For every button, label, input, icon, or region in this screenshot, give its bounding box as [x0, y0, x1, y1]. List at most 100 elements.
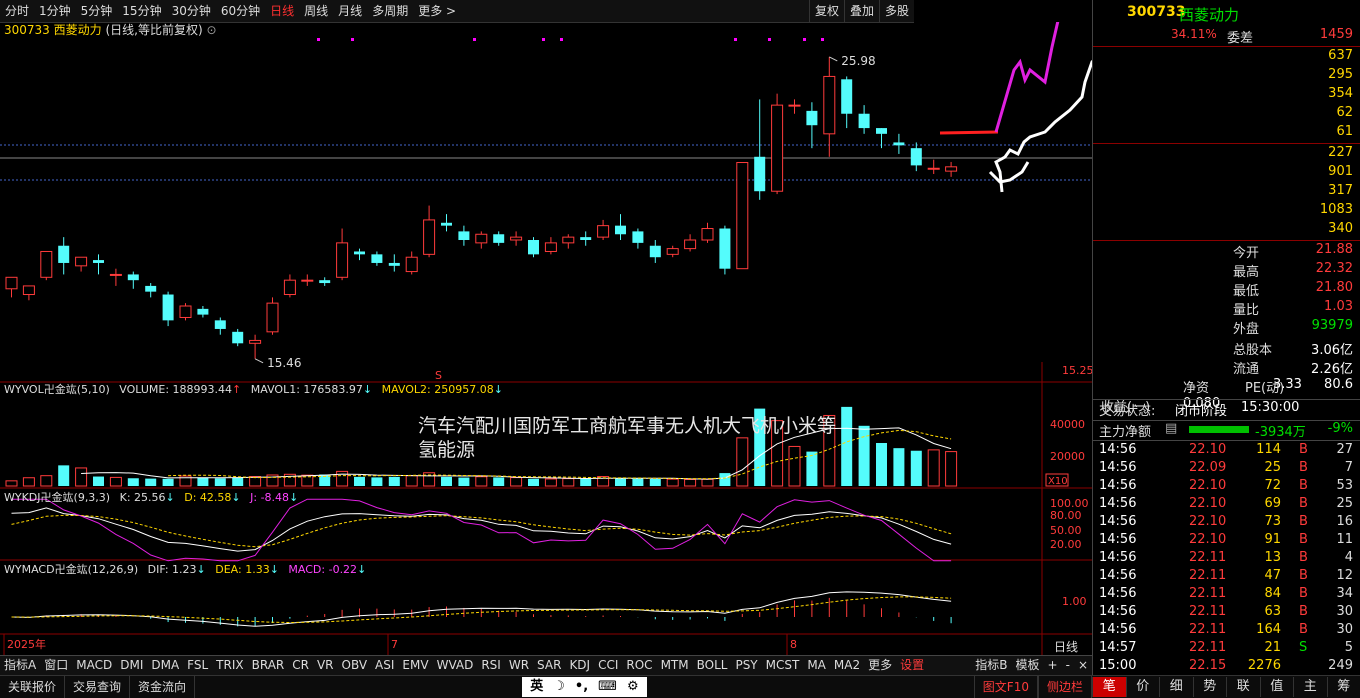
indicator-tab-13[interactable]: WVAD: [433, 656, 478, 675]
panel-tab-6[interactable]: 主: [1293, 677, 1327, 697]
period-tab-1[interactable]: 1分钟: [34, 0, 76, 22]
indicator-tab-5[interactable]: FSL: [183, 656, 212, 675]
annotation-line-1: 汽车汽配川国防军工商航军事无人机大飞机小米等: [418, 414, 836, 438]
period-tab-10[interactable]: 更多 >: [413, 0, 461, 22]
status-right-0[interactable]: 图文F10: [974, 676, 1038, 698]
panel-tab-2[interactable]: 细: [1159, 677, 1193, 697]
period-tab-4[interactable]: 30分钟: [167, 0, 216, 22]
tick-count: 27: [1336, 442, 1353, 457]
indicator-tab-14[interactable]: RSI: [477, 656, 505, 675]
indicator-tab-11[interactable]: ASI: [371, 656, 398, 675]
period-tab-8[interactable]: 月线: [333, 0, 367, 22]
indicator-tab-25[interactable]: MA2: [830, 656, 864, 675]
volume-bar: [145, 479, 156, 486]
ime-icon-0[interactable]: 英: [530, 677, 543, 697]
indicator-tab-23[interactable]: MCST: [762, 656, 804, 675]
indicator-tab-9[interactable]: VR: [313, 656, 338, 675]
tool-button-2[interactable]: 多股: [879, 0, 914, 22]
candle-body: [441, 223, 452, 226]
candle-body: [528, 240, 539, 254]
indicator-tab-4[interactable]: DMA: [147, 656, 183, 675]
indicator-tab-1[interactable]: 窗口: [40, 656, 72, 675]
indicator-tab-8[interactable]: CR: [288, 656, 313, 675]
tick-row: 14:5622.1069B25: [1093, 496, 1360, 514]
indicator-tab-19[interactable]: ROC: [622, 656, 656, 675]
panel-tab-4[interactable]: 联: [1226, 677, 1260, 697]
period-tab-6[interactable]: 日线: [265, 0, 299, 22]
indicator-tab-3[interactable]: DMI: [116, 656, 147, 675]
trade-time: 15:30:00: [1241, 400, 1299, 415]
tick-direction: B: [1299, 460, 1308, 475]
panel-tab-3[interactable]: 势: [1193, 677, 1227, 697]
indicator-tab-30[interactable]: +: [1044, 656, 1062, 675]
indicator-tab-16[interactable]: SAR: [533, 656, 565, 675]
indicator-tab-15[interactable]: WR: [505, 656, 533, 675]
indicator-tab-32[interactable]: ×: [1074, 656, 1092, 675]
panel-tab-0[interactable]: 笔: [1092, 677, 1126, 697]
tick-time: 14:56: [1099, 460, 1136, 475]
down-arrow-icon: ↓: [231, 491, 240, 504]
stat-row: 量比1.03: [1093, 299, 1360, 318]
indicator-tab-27[interactable]: 设置: [896, 656, 928, 675]
tick-count: 34: [1336, 586, 1353, 601]
indicator-tab-2[interactable]: MACD: [72, 656, 116, 675]
book-divider: [1093, 240, 1360, 241]
status-button-2[interactable]: 资金流向: [130, 676, 195, 698]
period-tab-2[interactable]: 5分钟: [76, 0, 118, 22]
stat-label: 今开: [1233, 242, 1259, 261]
down-arrow-icon: ↓: [197, 563, 206, 576]
ime-icon-3[interactable]: ⌨: [598, 677, 617, 697]
volume-bar: [545, 479, 556, 486]
candle-body: [754, 157, 765, 191]
panel-tab-7[interactable]: 筹: [1327, 677, 1360, 697]
candle-body: [806, 111, 817, 125]
indicator-tab-7[interactable]: BRAR: [248, 656, 289, 675]
indicator-tab-29[interactable]: 模板: [1012, 656, 1044, 675]
indicator-tab-28[interactable]: 指标B: [971, 656, 1011, 675]
indicator-tab-31[interactable]: -: [1062, 656, 1074, 675]
tool-button-1[interactable]: 叠加: [844, 0, 879, 22]
chart-canvas[interactable]: 25.9815.4615.25S4000020000X10100.0080.00…: [0, 22, 1092, 655]
candle-body: [406, 257, 417, 271]
period-tab-5[interactable]: 60分钟: [216, 0, 265, 22]
period-tab-7[interactable]: 周线: [299, 0, 333, 22]
indicator-tab-24[interactable]: MA: [803, 656, 830, 675]
tick-count: 249: [1328, 658, 1353, 673]
kdj-axis-label: 80.00: [1050, 509, 1082, 522]
tick-time: 14:56: [1099, 442, 1136, 457]
period-tab-9[interactable]: 多周期: [367, 0, 413, 22]
indicator-tab-21[interactable]: BOLL: [693, 656, 732, 675]
panel-tab-1[interactable]: 价: [1126, 677, 1160, 697]
panel-tab-5[interactable]: 值: [1260, 677, 1294, 697]
indicator-tab-10[interactable]: OBV: [338, 656, 372, 675]
indicator-tab-22[interactable]: PSY: [731, 656, 761, 675]
tick-direction: B: [1299, 622, 1308, 637]
indicator-tab-18[interactable]: CCI: [594, 656, 622, 675]
ime-icon-2[interactable]: •,: [575, 677, 588, 697]
note-icon[interactable]: ▤: [1165, 421, 1177, 436]
indicator-tab-20[interactable]: MTM: [657, 656, 693, 675]
signal-dot: [734, 38, 737, 41]
period-tab-0[interactable]: 分时: [0, 0, 34, 22]
candle-body: [354, 251, 365, 254]
vol-unit-label: X10: [1048, 476, 1068, 487]
candle-body: [859, 114, 870, 128]
status-button-0[interactable]: 关联报价: [0, 676, 65, 698]
period-tab-3[interactable]: 15分钟: [117, 0, 166, 22]
indicator-tab-26[interactable]: 更多: [864, 656, 896, 675]
indicator-tab-0[interactable]: 指标A: [0, 656, 40, 675]
tick-time: 14:56: [1099, 532, 1136, 547]
indicator-tab-12[interactable]: EMV: [398, 656, 432, 675]
stat-row: 总股本3.06亿: [1093, 339, 1360, 358]
ime-icon-4[interactable]: ⚙: [627, 677, 639, 697]
tool-button-0[interactable]: 复权: [809, 0, 844, 22]
tick-time: 14:56: [1099, 604, 1136, 619]
stat-value: 22.32: [1316, 261, 1353, 276]
status-button-1[interactable]: 交易查询: [65, 676, 130, 698]
indicator-tab-6[interactable]: TRIX: [212, 656, 247, 675]
candle-body: [685, 240, 696, 249]
candle-body: [511, 237, 522, 240]
ime-icon-1[interactable]: ☽: [553, 677, 565, 697]
indicator-tab-17[interactable]: KDJ: [565, 656, 594, 675]
status-right-1[interactable]: 侧边栏: [1038, 676, 1092, 698]
